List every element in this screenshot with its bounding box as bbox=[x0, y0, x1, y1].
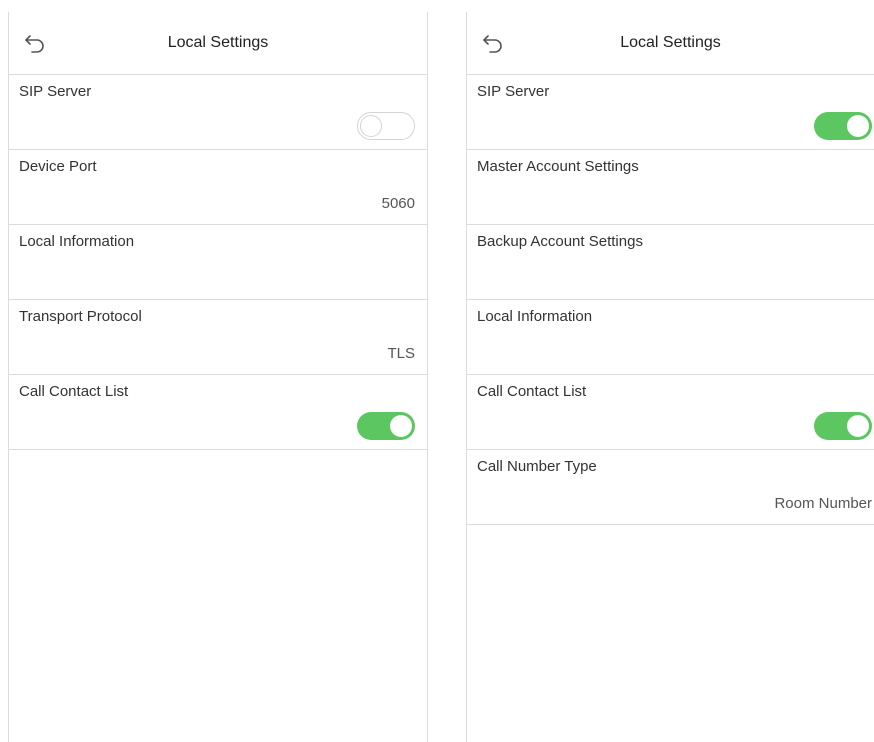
row-label: SIP Server bbox=[477, 83, 550, 100]
right-settings-screen: Local Settings SIP Server Master Account… bbox=[466, 12, 874, 742]
row-label: Local Information bbox=[477, 308, 593, 325]
row-sip-server[interactable]: SIP Server bbox=[467, 74, 874, 149]
device-port-value: 5060 bbox=[381, 195, 415, 212]
row-label: SIP Server bbox=[19, 83, 92, 100]
header: Local Settings bbox=[467, 12, 874, 74]
transport-protocol-value: TLS bbox=[387, 345, 415, 362]
row-call-contact-list[interactable]: Call Contact List bbox=[9, 374, 427, 450]
row-master-account-settings[interactable]: Master Account Settings bbox=[467, 149, 874, 224]
row-transport-protocol[interactable]: Transport Protocol TLS bbox=[9, 299, 427, 374]
toggle-knob bbox=[847, 115, 869, 137]
left-settings-screen: Local Settings SIP Server Device Port 50… bbox=[8, 12, 428, 742]
toggle-knob bbox=[390, 415, 412, 437]
row-device-port[interactable]: Device Port 5060 bbox=[9, 149, 427, 224]
row-label: Local Information bbox=[19, 233, 135, 250]
row-local-information[interactable]: Local Information bbox=[467, 299, 874, 374]
row-label: Call Contact List bbox=[477, 383, 587, 400]
settings-list: SIP Server Master Account Settings Backu… bbox=[467, 74, 874, 525]
row-label: Backup Account Settings bbox=[477, 233, 643, 250]
header: Local Settings bbox=[9, 12, 427, 74]
row-call-contact-list[interactable]: Call Contact List bbox=[467, 374, 874, 449]
toggle-knob bbox=[360, 115, 382, 137]
settings-list: SIP Server Device Port 5060 Local Inform… bbox=[9, 74, 427, 450]
row-label: Call Number Type bbox=[477, 458, 597, 475]
sip-server-toggle[interactable] bbox=[814, 112, 872, 140]
sip-server-toggle[interactable] bbox=[357, 112, 415, 140]
call-contact-list-toggle[interactable] bbox=[357, 412, 415, 440]
page-title: Local Settings bbox=[620, 34, 721, 51]
row-label: Master Account Settings bbox=[477, 158, 639, 175]
page-title: Local Settings bbox=[167, 34, 269, 51]
toggle-knob bbox=[847, 415, 869, 437]
row-label: Device Port bbox=[19, 158, 97, 175]
row-backup-account-settings[interactable]: Backup Account Settings bbox=[467, 224, 874, 299]
call-contact-list-toggle[interactable] bbox=[814, 412, 872, 440]
row-call-number-type[interactable]: Call Number Type Room Number bbox=[467, 449, 874, 525]
row-local-information[interactable]: Local Information bbox=[9, 224, 427, 299]
row-label: Call Contact List bbox=[19, 383, 129, 400]
row-sip-server[interactable]: SIP Server bbox=[9, 74, 427, 149]
row-label: Transport Protocol bbox=[19, 308, 142, 325]
call-number-type-value: Room Number bbox=[774, 495, 872, 512]
